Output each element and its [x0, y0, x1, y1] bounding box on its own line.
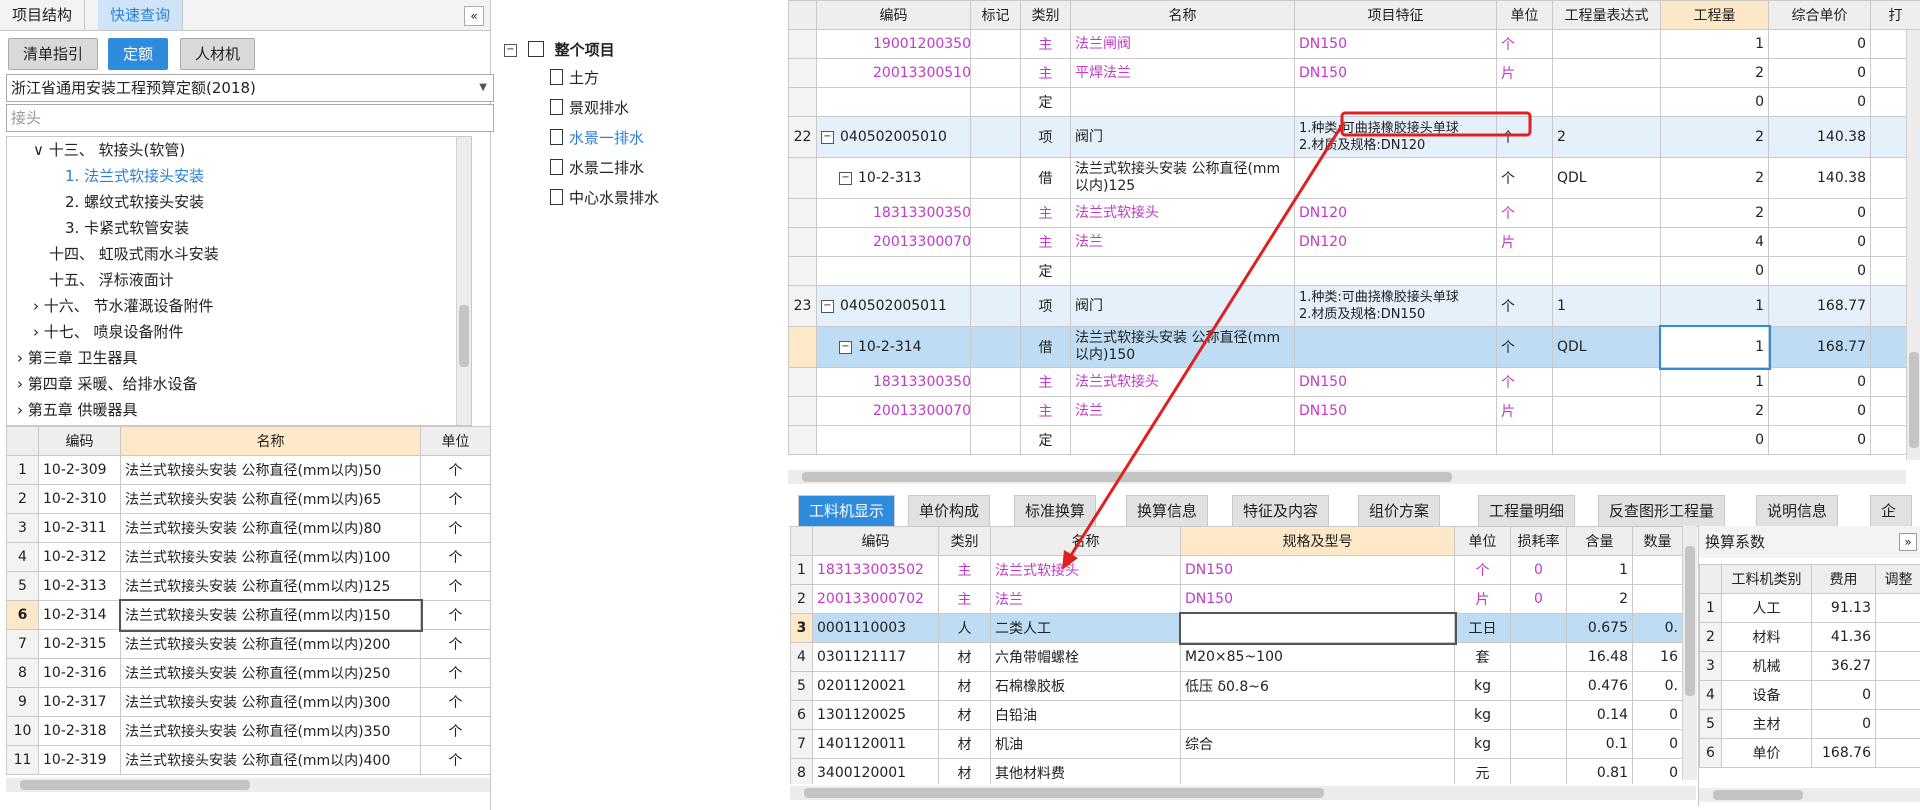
annotation-arrow-head [1062, 550, 1078, 570]
annotation-overlay [1062, 111, 1532, 570]
annotation-arrow-line [1066, 121, 1346, 561]
annotation-highlight-box [1340, 111, 1532, 137]
